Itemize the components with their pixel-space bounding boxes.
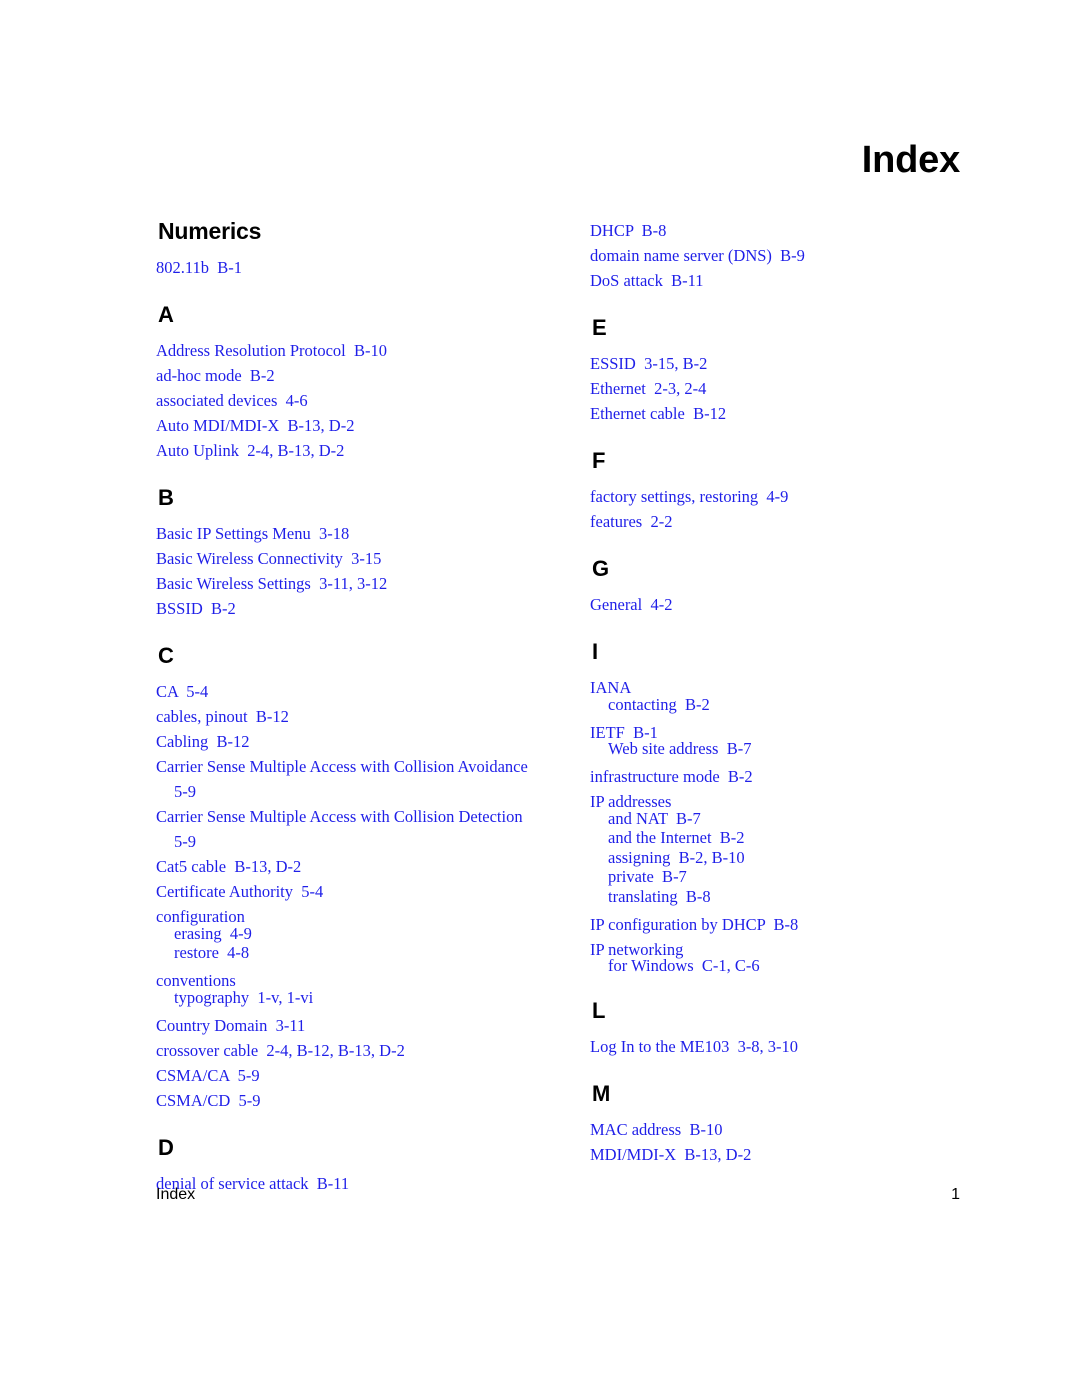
index-entry[interactable]: Certificate Authority 5-4 <box>156 879 534 904</box>
index-entry[interactable]: Cat5 cable B-13, D-2 <box>156 854 534 879</box>
index-entry[interactable]: General 4-2 <box>590 592 968 617</box>
index-entry[interactable]: Basic Wireless Connectivity 3-15 <box>156 546 534 571</box>
index-entry[interactable]: Basic IP Settings Menu 3-18 <box>156 521 534 546</box>
index-group-heading: M <box>592 1080 611 1106</box>
index-group: A Address Resolution Protocol B-10 ad-hoc … <box>156 302 534 463</box>
index-entry[interactable]: DHCP B-8 <box>590 218 968 243</box>
index-column-right: DHCP B-8 domain name server (DNS) B-9 DoS … <box>590 218 968 1196</box>
index-entry[interactable]: Auto Uplink 2-4, B-13, D-2 <box>156 438 534 463</box>
index-entry[interactable]: cables, pinout B-12 <box>156 704 534 729</box>
index-entry[interactable]: features 2-2 <box>590 509 968 534</box>
index-entry[interactable]: Carrier Sense Multiple Access with Colli… <box>156 804 534 854</box>
index-entry[interactable]: BSSID B-2 <box>156 596 534 621</box>
index-subentry[interactable]: Web site address B-7 <box>590 739 968 759</box>
index-group-heading: L <box>592 997 606 1023</box>
index-entry[interactable]: CA 5-4 <box>156 679 534 704</box>
index-entry[interactable]: Cabling B-12 <box>156 729 534 754</box>
index-group: C CA 5-4 cables, pinout B-12 Cabling B-12 Ca… <box>156 643 534 1113</box>
index-subentry[interactable]: contacting B-2 <box>590 695 968 715</box>
index-subentry[interactable]: assigning B-2, B-10 <box>590 848 968 868</box>
index-group: E ESSID 3-15, B-2 Ethernet 2-3, 2-4 Etherne… <box>590 315 968 426</box>
index-entry[interactable]: Basic Wireless Settings 3-11, 3-12 <box>156 571 534 596</box>
page-footer: Index 1 <box>156 1185 960 1205</box>
index-entry[interactable]: Ethernet 2-3, 2-4 <box>590 376 968 401</box>
index-subentry[interactable]: erasing 4-9 <box>156 924 534 944</box>
index-entry[interactable]: domain name server (DNS) B-9 <box>590 243 968 268</box>
index-subentry[interactable]: private B-7 <box>590 867 968 887</box>
footer-label: Index <box>156 1186 196 1203</box>
index-entry[interactable]: 802.11b B-1 <box>156 255 534 280</box>
index-entry[interactable]: Country Domain 3-11 <box>156 1013 534 1038</box>
index-group: Numerics 802.11b B-1 <box>156 218 534 280</box>
index-entry[interactable]: IP configuration by DHCP B-8 <box>590 912 968 937</box>
index-group: G General 4-2 <box>590 556 968 617</box>
index-entry[interactable]: Address Resolution Protocol B-10 <box>156 338 534 363</box>
index-group-heading: B <box>158 485 174 510</box>
index-group-heading: I <box>592 639 599 664</box>
index-subentry[interactable]: for Windows C-1, C-6 <box>590 956 968 976</box>
index-group: I IANA contacting B-2 IETF B-1 Web site addr… <box>590 639 968 976</box>
index-entry[interactable]: factory settings, restoring 4-9 <box>590 484 968 509</box>
index-entry[interactable]: associated devices 4-6 <box>156 388 534 413</box>
index-entry[interactable]: CSMA/CA 5-9 <box>156 1063 534 1088</box>
index-group-heading: G <box>592 556 610 581</box>
index-entry[interactable]: DoS attack B-11 <box>590 268 968 293</box>
page-title: Index <box>861 139 960 181</box>
index-entry[interactable]: MDI/MDI-X B-13, D-2 <box>590 1142 968 1167</box>
index-entry[interactable]: crossover cable 2-4, B-12, B-13, D-2 <box>156 1038 534 1063</box>
index-subentry[interactable]: typography 1-v, 1-vi <box>156 988 534 1008</box>
index-group-heading: C <box>158 643 174 668</box>
index-group-heading: A <box>158 302 174 327</box>
index-group-heading: F <box>592 448 606 473</box>
index-group: DHCP B-8 domain name server (DNS) B-9 DoS … <box>590 218 968 293</box>
index-entry[interactable]: ad-hoc mode B-2 <box>156 363 534 388</box>
index-entry[interactable]: Log In to the ME103 3-8, 3-10 <box>590 1034 968 1059</box>
index-group: M MAC address B-10 MDI/MDI-X B-13, D-2 <box>590 1081 968 1167</box>
index-subentry[interactable]: and NAT B-7 <box>590 809 968 829</box>
index-column-left: Numerics 802.11b B-1 A Address Resolution P… <box>156 218 534 1196</box>
index-group-heading: E <box>592 315 607 340</box>
index-group: Ffactory settings, restoring 4-9 features… <box>590 448 968 534</box>
index-group: L Log In to the ME103 3-8, 3-10 <box>590 998 968 1059</box>
index-entry[interactable]: Carrier Sense Multiple Access with Colli… <box>156 754 534 804</box>
index-group-heading: D <box>158 1134 174 1160</box>
index-entry[interactable]: infrastructure mode B-2 <box>590 764 968 789</box>
index-entry[interactable]: Ethernet cable B-12 <box>590 401 968 426</box>
index-entry[interactable]: ESSID 3-15, B-2 <box>590 351 968 376</box>
index-columns: Numerics 802.11b B-1 A Address Resolution P… <box>156 218 968 1196</box>
index-entry[interactable]: CSMA/CD 5-9 <box>156 1088 534 1113</box>
footer-page-number: 1 <box>951 1186 960 1203</box>
index-entry[interactable]: MAC address B-10 <box>590 1117 968 1142</box>
index-subentry[interactable]: translating B-8 <box>590 887 968 907</box>
index-entry[interactable]: Auto MDI/MDI-X B-13, D-2 <box>156 413 534 438</box>
index-group: B Basic IP Settings Menu 3-18 Basic Wirele… <box>156 485 534 621</box>
index-subentry[interactable]: restore 4-8 <box>156 943 534 963</box>
index-page: Index Numerics 802.11b B-1 A Address Resolu… <box>0 0 1080 1397</box>
index-group-heading: Numerics <box>158 218 262 244</box>
index-subentry[interactable]: and the Internet B-2 <box>590 828 968 848</box>
